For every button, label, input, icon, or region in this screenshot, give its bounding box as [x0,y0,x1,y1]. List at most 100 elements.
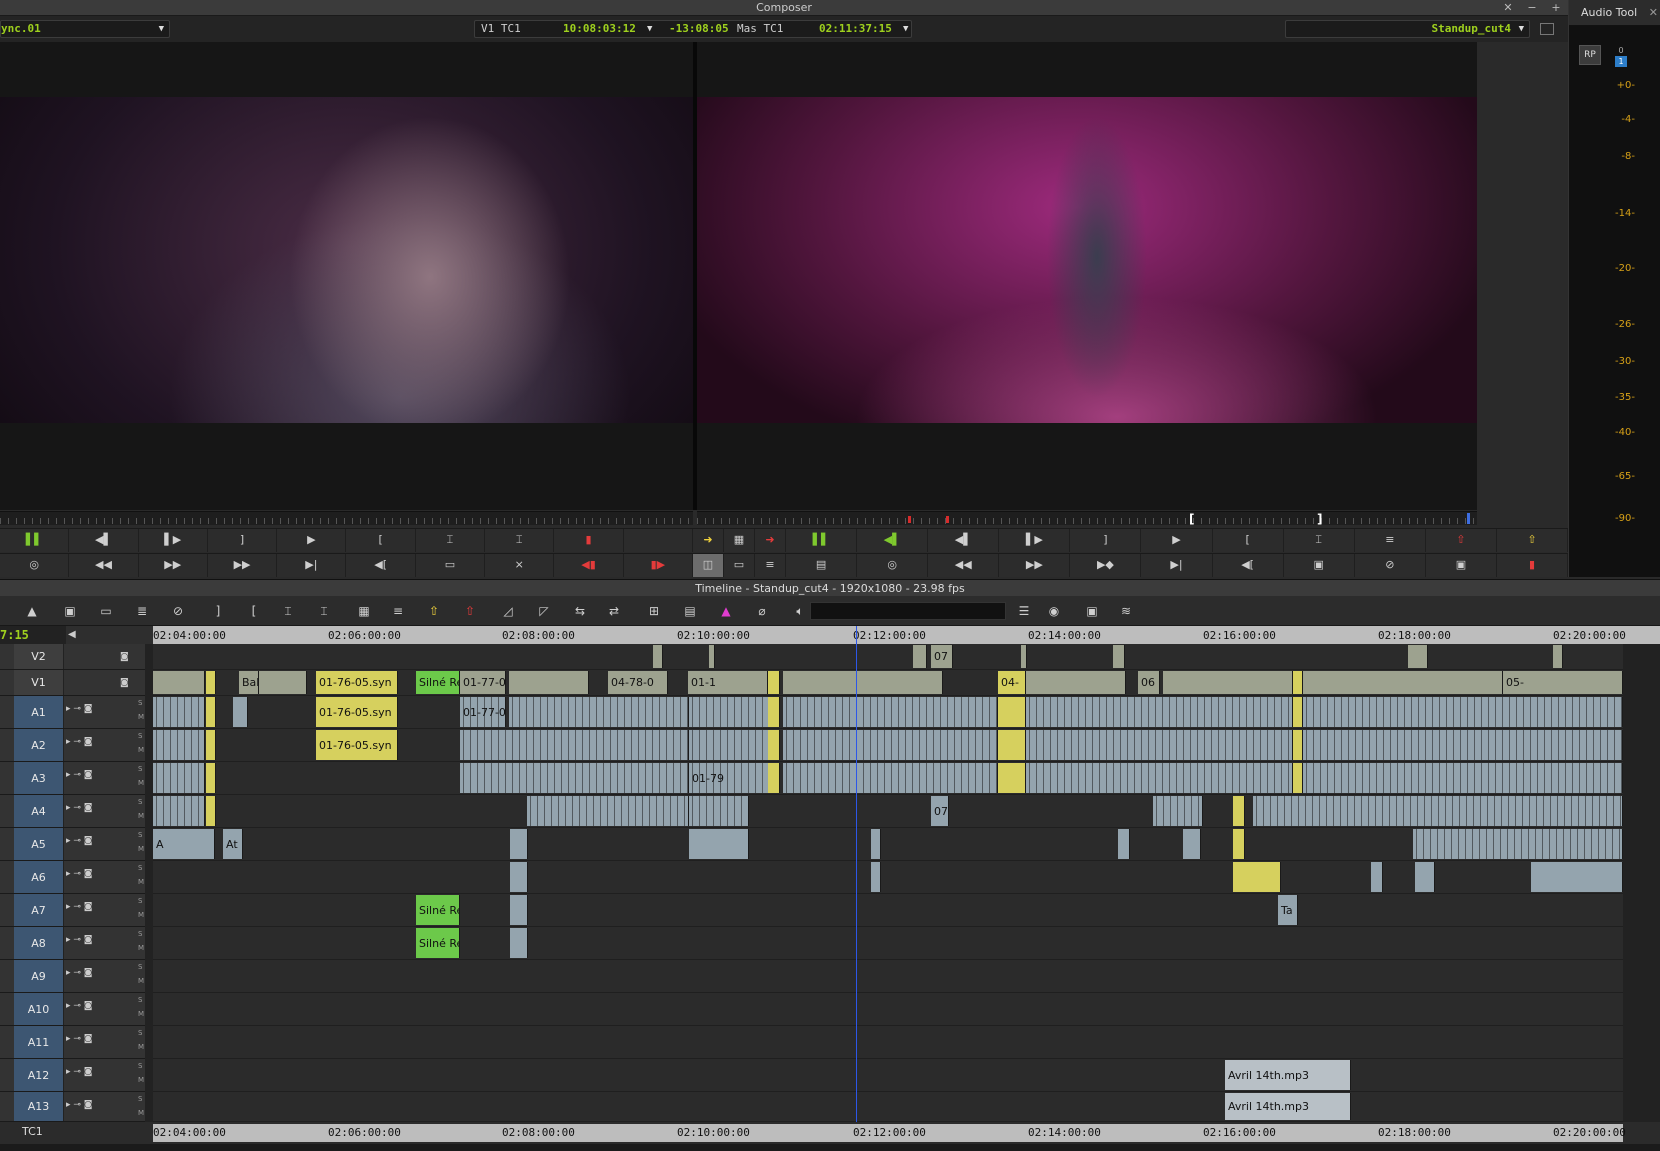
mark-clip-icon[interactable]: ▌▌ [0,529,70,552]
extract-icon[interactable]: ▮▶ [624,554,693,577]
audio-clip[interactable] [1253,796,1623,826]
track-body[interactable] [153,1026,1623,1059]
segment-icon[interactable]: ▭ [92,601,120,621]
track-body[interactable]: 07 [153,795,1623,828]
solo-mute-labels[interactable]: SM [138,861,146,893]
audio-clip[interactable] [1303,763,1623,793]
video-clip[interactable]: 07 [931,645,953,668]
camera-icon[interactable]: ▣ [1078,601,1106,621]
lift-red-icon[interactable]: ⇧ [456,601,484,621]
audio-clip[interactable] [233,697,248,727]
audio-clip-green[interactable]: Silné Re [416,895,460,925]
track-name[interactable]: V2 [14,644,64,669]
video-clip[interactable] [1408,645,1428,668]
channel-selector[interactable]: 0 1 [1615,45,1627,69]
split-monitor-icon[interactable]: ◫ [693,554,724,577]
track-controls[interactable]: ▸ ⊸ ◙ [66,867,128,881]
mark-out-bracket[interactable]: ] [1317,513,1322,525]
video-clip[interactable] [1303,671,1503,694]
audio-clip[interactable] [153,763,205,793]
track-controls[interactable]: ▸ ⊸ ◙ [66,735,128,749]
go-to-in-icon[interactable]: ▶◆ [1070,554,1142,577]
track-body[interactable]: Avril 14th.mp3 [153,1059,1623,1092]
grid-icon[interactable]: ▦ [350,601,378,621]
audio-clip[interactable] [527,796,689,826]
track-name[interactable]: A10 [14,993,64,1025]
sync-clip[interactable] [1293,763,1303,793]
magenta-marker-icon[interactable]: ▲ [712,601,740,621]
video-clip[interactable] [1163,671,1293,694]
segment-move-icon[interactable]: ⇆ [566,601,594,621]
audio-clip[interactable] [689,697,769,727]
play-icon[interactable]: ▶ [1141,529,1213,552]
audio-clip[interactable] [460,730,689,760]
mark-marker[interactable] [908,516,911,523]
track-body[interactable] [153,861,1623,894]
audio-clip[interactable] [510,928,528,958]
audio-clip[interactable] [1183,829,1201,859]
track-name[interactable]: A13 [14,1092,64,1121]
solo-mute-labels[interactable]: SM [138,894,146,926]
audio-clip[interactable] [689,796,749,826]
mark-clip-icon[interactable]: ⌶ [416,529,486,552]
add-edit-icon[interactable]: ⊞ [640,601,668,621]
audio-clip[interactable] [783,697,998,727]
clear-icon[interactable]: ⊘ [164,601,192,621]
mark-out-icon[interactable]: ] [204,601,232,621]
video-clip[interactable] [1026,671,1126,694]
sync-clip[interactable] [768,671,780,694]
monitor-icon[interactable]: ▣ [1426,554,1497,577]
audio-clip[interactable] [871,862,881,892]
chevron-down-icon[interactable]: ▼ [903,21,908,37]
audio-clip[interactable] [783,730,998,760]
sync-clip[interactable] [1293,730,1303,760]
source-clip-menu[interactable]: ync.01 ▼ [0,20,170,38]
sync-clip[interactable] [998,763,1026,793]
red-arrow-icon[interactable]: ➜ [755,529,786,552]
audio-clip[interactable] [1118,829,1130,859]
match-frame-icon[interactable]: ≡ [1355,529,1426,552]
timecode-display[interactable]: V1 TC1 10:08:03:12 ▼ -13:08:05 Mas TC1 0… [474,20,912,38]
audio-clip[interactable]: Avril 14th.mp3 [1225,1093,1351,1120]
solo-mute-labels[interactable]: SM [138,828,146,860]
position-indicator[interactable] [1467,513,1470,524]
mark-clip-icon[interactable]: ▌▌ [786,529,858,552]
solo-mute-labels[interactable]: SM [138,795,146,827]
trim-right-icon[interactable]: ◸ [530,601,558,621]
video-clip[interactable] [1553,645,1563,668]
minimize-icon[interactable]: − [1520,0,1544,16]
audio-clip[interactable] [1371,862,1383,892]
sync-clip[interactable] [998,730,1026,760]
mark-in-green-icon[interactable]: ◀▌ [857,529,929,552]
step-back-icon[interactable]: ◀▌ [928,529,1000,552]
track-name[interactable]: A2 [14,729,64,761]
video-clip[interactable] [509,671,589,694]
mark-out-icon[interactable]: ] [1070,529,1142,552]
audio-clip[interactable] [1153,796,1203,826]
track-controls[interactable]: ▸ ⊸ ◙ [66,1032,128,1046]
track-name[interactable]: V1 [14,670,64,695]
track-controls[interactable]: ▸ ⊸ ◙ [66,1098,128,1112]
solo-mute-labels[interactable]: SM [138,1059,146,1091]
record-position-bar[interactable]: [ ] [697,511,1477,525]
mark-marker[interactable] [946,516,949,523]
sync-clip[interactable] [998,697,1026,727]
audio-clip[interactable] [460,763,689,793]
track-controls[interactable]: ▸ ⊸ ◙ [66,834,128,848]
track-body[interactable]: Silné Re Ta [153,894,1623,927]
track-body[interactable]: 01-76-05.syn [153,729,1623,762]
track-controls[interactable]: ▸ ⊸ ◙ [66,966,128,980]
fast-forward-icon[interactable]: ▶▶ [139,554,208,577]
shuttle-icon[interactable]: ◎ [857,554,929,577]
sync-clip[interactable] [206,697,216,727]
lift-icon[interactable]: ◀▮ [554,554,624,577]
audio-clip[interactable] [153,796,205,826]
source-position-bar[interactable] [0,511,693,525]
list-icon[interactable]: ▤ [786,554,858,577]
stack-icon[interactable]: ≣ [128,601,156,621]
track-body[interactable]: 01-79 [153,762,1623,795]
solo-mute-labels[interactable]: SM [138,1026,146,1058]
tc-track-ruler-bar[interactable]: 02:04:00:00 02:06:00:00 02:08:00:00 02:1… [153,1124,1626,1142]
mark-in-icon[interactable]: [ [346,529,416,552]
mark-in-icon[interactable]: [ [1213,529,1284,552]
